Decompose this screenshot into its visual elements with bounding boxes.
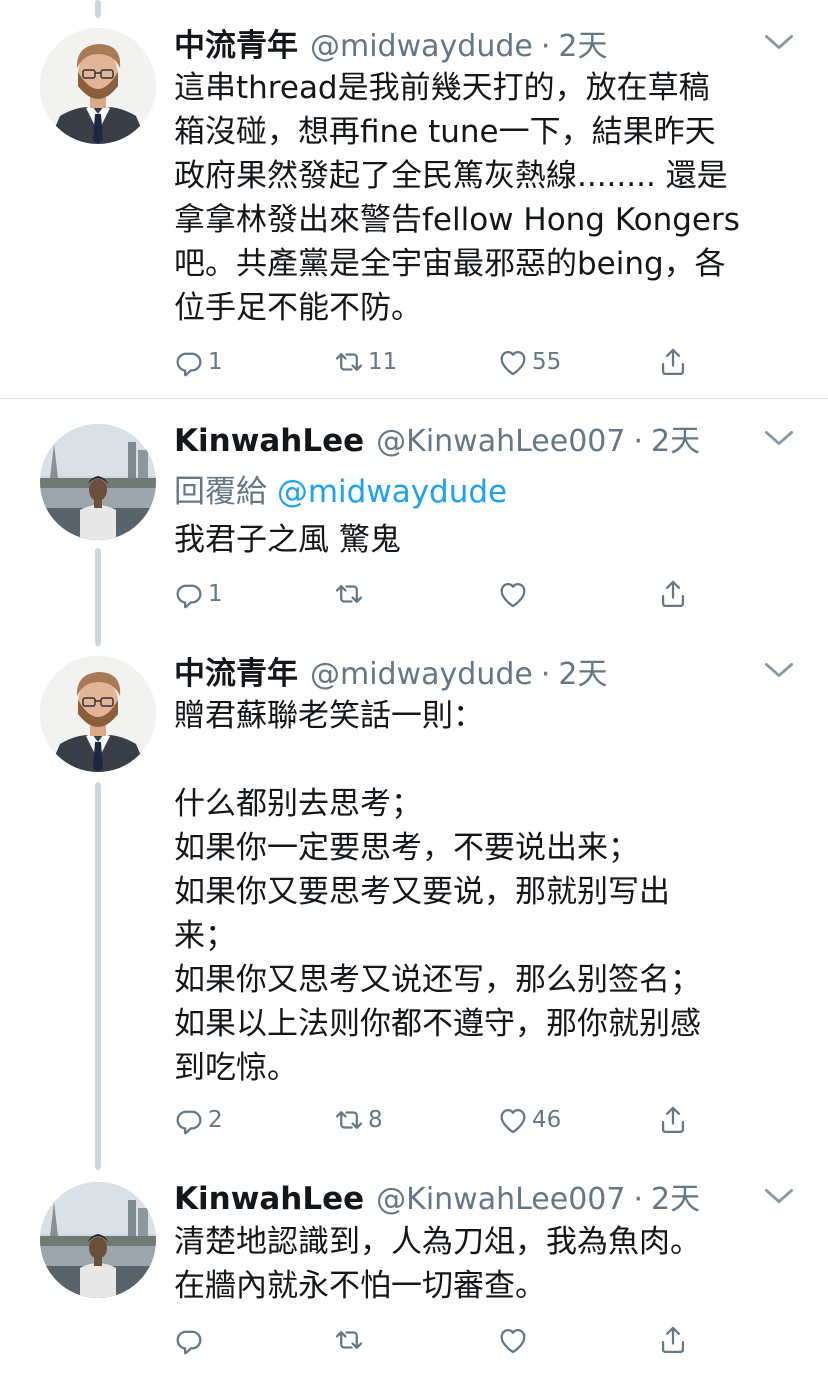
reply-icon: [172, 1103, 206, 1137]
avatar[interactable]: [40, 28, 156, 144]
chevron-down-icon[interactable]: [762, 1182, 796, 1210]
share-icon: [656, 1323, 690, 1357]
heart-icon: [496, 1323, 530, 1357]
divider: [0, 398, 828, 399]
user-handle[interactable]: @midwaydude: [310, 29, 533, 64]
share-button[interactable]: [656, 572, 690, 616]
reply-icon: [172, 1323, 206, 1357]
display-name[interactable]: 中流青年: [174, 648, 298, 693]
tweet[interactable]: KinwahLee @KinwahLee007 · 2天 清楚地認識到，人為刀俎…: [0, 1174, 828, 1374]
like-count: 55: [532, 349, 562, 375]
tweet-actions: 2 8 46: [172, 1098, 732, 1142]
reply-icon: [172, 345, 206, 379]
retweet-button[interactable]: 8: [332, 1098, 383, 1142]
retweet-count: 11: [368, 349, 398, 375]
display-name[interactable]: 中流青年: [174, 20, 298, 65]
tweet-header: KinwahLee @KinwahLee007 · 2天: [174, 416, 700, 460]
separator: ·: [633, 1182, 644, 1217]
share-button[interactable]: [656, 340, 690, 384]
timestamp[interactable]: 2天: [558, 21, 607, 65]
separator: ·: [540, 29, 551, 64]
reply-count: 1: [208, 581, 223, 607]
separator: ·: [633, 424, 644, 459]
share-button[interactable]: [656, 1098, 690, 1142]
retweet-button[interactable]: 11: [332, 340, 397, 384]
mention-link[interactable]: @midwaydude: [277, 474, 507, 510]
retweet-icon: [332, 1103, 366, 1137]
tweet-header: KinwahLee @KinwahLee007 · 2天: [174, 1174, 700, 1218]
tweet-actions: [172, 1318, 732, 1362]
like-button[interactable]: 46: [496, 1098, 561, 1142]
user-handle[interactable]: @KinwahLee007: [376, 424, 625, 459]
tweet-actions: 1: [172, 572, 732, 616]
reply-button[interactable]: 1: [172, 572, 223, 616]
retweet-button[interactable]: [332, 1318, 368, 1362]
chevron-down-icon[interactable]: [762, 424, 796, 452]
reply-button[interactable]: 1: [172, 340, 223, 384]
like-count: 46: [532, 1107, 562, 1133]
user-handle[interactable]: @KinwahLee007: [376, 1182, 625, 1217]
share-icon: [656, 1103, 690, 1137]
tweet-text: 我君子之風 驚鬼: [174, 522, 401, 558]
retweet-button[interactable]: [332, 572, 368, 616]
tweet[interactable]: 中流青年 @midwaydude · 2天 贈君蘇聯老笑話一則： 什么都别去思考…: [0, 648, 828, 1148]
user-handle[interactable]: @midwaydude: [310, 657, 533, 692]
share-icon: [656, 345, 690, 379]
chevron-down-icon[interactable]: [762, 28, 796, 56]
reply-icon: [172, 577, 206, 611]
retweet-icon: [332, 1323, 366, 1357]
tweet-header: 中流青年 @midwaydude · 2天: [174, 648, 607, 692]
like-button[interactable]: [496, 1318, 532, 1362]
chevron-down-icon[interactable]: [762, 656, 796, 684]
retweet-icon: [332, 345, 366, 379]
thread-connector-line: [95, 0, 101, 18]
heart-icon: [496, 1103, 530, 1137]
share-icon: [656, 577, 690, 611]
reply-to-prefix: 回覆給: [174, 474, 267, 510]
heart-icon: [496, 345, 530, 379]
like-button[interactable]: [496, 572, 532, 616]
avatar[interactable]: [40, 1182, 156, 1298]
display-name[interactable]: KinwahLee: [174, 1181, 364, 1217]
tweet-text: 贈君蘇聯老笑話一則： 什么都别去思考； 如果你一定要思考，不要说出来； 如果你又…: [174, 698, 701, 1086]
tweet-text: 清楚地認識到，人為刀俎，我為魚肉。 在牆內就永不怕一切審查。: [174, 1224, 701, 1304]
display-name[interactable]: KinwahLee: [174, 423, 364, 459]
tweet-text: 這串thread是我前幾天打的，放在草稿 箱沒碰，想再fine tune一下，結…: [174, 70, 740, 326]
reply-button[interactable]: 2: [172, 1098, 223, 1142]
timestamp[interactable]: 2天: [651, 416, 700, 460]
reply-button[interactable]: [172, 1318, 208, 1362]
retweet-icon: [332, 577, 366, 611]
timestamp[interactable]: 2天: [651, 1174, 700, 1218]
like-button[interactable]: 55: [496, 340, 561, 384]
share-button[interactable]: [656, 1318, 690, 1362]
tweet[interactable]: 中流青年 @midwaydude · 2天 這串thread是我前幾天打的，放在…: [0, 20, 828, 390]
tweet-actions: 1 11 55: [172, 340, 732, 384]
separator: ·: [540, 657, 551, 692]
tweet[interactable]: KinwahLee @KinwahLee007 · 2天 回覆給 @midway…: [0, 416, 828, 616]
retweet-count: 8: [368, 1107, 383, 1133]
reply-to-line: 回覆給 @midwaydude: [174, 466, 507, 511]
heart-icon: [496, 577, 530, 611]
reply-count: 1: [208, 349, 223, 375]
tweet-header: 中流青年 @midwaydude · 2天: [174, 20, 607, 64]
avatar[interactable]: [40, 424, 156, 540]
reply-count: 2: [208, 1107, 223, 1133]
avatar[interactable]: [40, 656, 156, 772]
timestamp[interactable]: 2天: [558, 649, 607, 693]
